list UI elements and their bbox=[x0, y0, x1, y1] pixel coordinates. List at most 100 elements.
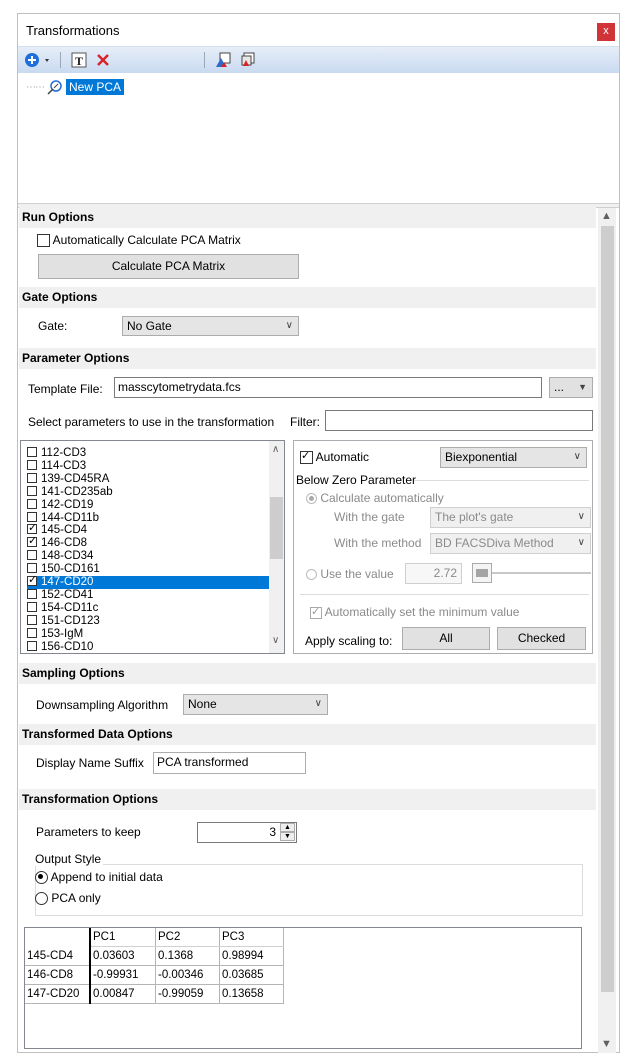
append-radio-row[interactable]: Append to initial data bbox=[35, 870, 163, 885]
value-slider-thumb[interactable] bbox=[472, 563, 492, 583]
table-cell[interactable]: 0.98994 bbox=[219, 946, 284, 966]
calculate-pca-button[interactable]: Calculate PCA Matrix bbox=[38, 254, 299, 279]
table-cell[interactable]: 0.00847 bbox=[90, 984, 156, 1004]
parameter-checkbox[interactable] bbox=[27, 498, 37, 509]
filter-label: Filter: bbox=[290, 415, 320, 429]
parameter-checkbox[interactable] bbox=[27, 614, 37, 625]
use-value-radio[interactable] bbox=[306, 569, 317, 581]
parameter-checkbox[interactable] bbox=[27, 459, 37, 470]
scale-type-dropdown[interactable]: Biexponential ∨ bbox=[440, 447, 587, 468]
gate-dropdown[interactable]: No Gate ∨ bbox=[122, 316, 299, 336]
auto-calc-checkbox-row[interactable]: Automatically Calculate PCA Matrix bbox=[37, 233, 241, 248]
table-cell[interactable]: -0.00346 bbox=[155, 965, 220, 985]
parameter-item[interactable]: 146-CD8 bbox=[27, 535, 270, 550]
parameter-checkbox[interactable] bbox=[27, 447, 37, 457]
value-slider-track[interactable] bbox=[492, 572, 591, 574]
template-file-input[interactable]: masscytometrydata.fcs bbox=[114, 377, 542, 398]
auto-min-checkbox-row[interactable]: Automatically set the minimum value bbox=[310, 605, 519, 619]
scroll-up-icon[interactable]: ▲ bbox=[601, 210, 612, 222]
copy-button[interactable] bbox=[238, 51, 256, 69]
apply-scaling-label: Apply scaling to: bbox=[305, 634, 393, 648]
parameter-item[interactable]: 153-IgM bbox=[27, 627, 270, 641]
calc-auto-radio-row[interactable]: Calculate automatically bbox=[306, 491, 444, 505]
parameter-label: 156-CD10 bbox=[41, 640, 94, 653]
parameter-list-scroll-thumb[interactable] bbox=[270, 497, 283, 559]
parameter-checkbox[interactable] bbox=[27, 485, 37, 496]
parameter-item[interactable]: 142-CD19 bbox=[27, 498, 270, 512]
parameter-label: 139-CD45RA bbox=[41, 472, 110, 485]
apply-all-button[interactable]: All bbox=[402, 627, 490, 650]
scroll-thumb[interactable] bbox=[601, 226, 614, 992]
scroll-down-icon[interactable]: ▼ bbox=[601, 1038, 612, 1050]
parameter-item[interactable]: 145-CD4 bbox=[27, 522, 270, 537]
auto-min-checkbox[interactable] bbox=[310, 605, 322, 619]
pca-only-radio-row[interactable]: PCA only bbox=[35, 891, 101, 906]
add-transformation-button[interactable] bbox=[24, 51, 52, 69]
tree-node-new-pca[interactable]: ⋯⋯ New PCA bbox=[26, 79, 125, 95]
delete-button[interactable] bbox=[94, 51, 112, 69]
parameter-checkbox[interactable] bbox=[27, 550, 37, 561]
close-button[interactable]: x bbox=[597, 23, 615, 41]
table-cell[interactable]: 0.13658 bbox=[219, 984, 284, 1004]
parameter-item[interactable]: 141-CD235ab bbox=[27, 485, 270, 499]
parameter-checkbox[interactable] bbox=[27, 472, 37, 483]
scroll-down-icon[interactable]: ∨ bbox=[272, 635, 279, 646]
table-cell[interactable]: 0.03603 bbox=[90, 946, 156, 966]
parameters-to-keep-stepper[interactable]: ▲ ▼ bbox=[280, 823, 296, 842]
chevron-down-icon: ∨ bbox=[314, 698, 322, 709]
parameter-checkbox[interactable] bbox=[27, 563, 37, 574]
stepper-down-icon[interactable]: ▼ bbox=[280, 832, 295, 841]
filter-input[interactable] bbox=[325, 410, 593, 431]
table-cell[interactable]: -0.99059 bbox=[155, 984, 220, 1004]
automatic-checkbox-row[interactable]: Automatic bbox=[300, 449, 369, 465]
table-cell[interactable]: -0.99931 bbox=[90, 965, 156, 985]
auto-calc-checkbox[interactable] bbox=[37, 234, 50, 248]
parameter-item[interactable]: 147-CD20 bbox=[27, 574, 270, 589]
section-sampling-options: Sampling Options bbox=[19, 663, 596, 684]
with-method-dropdown[interactable]: BD FACSDiva Method ∨ bbox=[430, 533, 591, 554]
column-header: PC3 bbox=[219, 928, 284, 947]
parameter-checkbox[interactable] bbox=[27, 522, 37, 535]
vertical-scrollbar[interactable]: ▲ ▼ bbox=[598, 208, 616, 1053]
automatic-checkbox[interactable] bbox=[300, 449, 313, 465]
parameter-checkbox[interactable] bbox=[27, 535, 37, 548]
table-row: 147-CD20 0.00847 -0.99059 0.13658 bbox=[25, 984, 284, 1004]
stepper-up-icon[interactable]: ▲ bbox=[280, 823, 295, 832]
downsampling-dropdown[interactable]: None ∨ bbox=[183, 694, 328, 715]
parameter-item[interactable]: 154-CD11c bbox=[27, 601, 270, 615]
output-style-label: Output Style bbox=[33, 852, 104, 866]
auto-min-label: Automatically set the minimum value bbox=[324, 605, 520, 619]
with-gate-dropdown[interactable]: The plot's gate ∨ bbox=[430, 507, 591, 528]
display-suffix-input[interactable]: PCA transformed bbox=[153, 752, 306, 774]
parameter-checkbox[interactable] bbox=[27, 601, 37, 612]
parameter-checkbox[interactable] bbox=[27, 627, 37, 638]
use-value-input[interactable]: 2.72 bbox=[405, 563, 462, 584]
parameter-item[interactable]: 148-CD34 bbox=[27, 550, 270, 563]
parameter-item[interactable]: 144-CD11b bbox=[27, 511, 270, 525]
parameter-checkbox[interactable] bbox=[27, 588, 37, 599]
parameter-checkbox[interactable] bbox=[27, 640, 37, 651]
parameter-list-scrollbar[interactable]: ∧ ∨ bbox=[269, 441, 284, 653]
parameter-item[interactable]: 151-CD123 bbox=[27, 614, 270, 628]
parameter-checkbox[interactable] bbox=[27, 511, 37, 522]
scroll-up-icon[interactable]: ∧ bbox=[272, 444, 279, 455]
apply-checked-button[interactable]: Checked bbox=[497, 627, 586, 650]
row-header: 145-CD4 bbox=[25, 946, 91, 966]
append-radio[interactable] bbox=[35, 871, 48, 885]
parameter-checkbox[interactable] bbox=[27, 574, 37, 587]
parameter-item[interactable]: 139-CD45RA bbox=[27, 472, 270, 486]
calc-auto-radio[interactable] bbox=[306, 493, 317, 505]
table-cell[interactable]: 0.1368 bbox=[155, 946, 220, 966]
parameter-item[interactable]: 114-CD3 bbox=[27, 459, 270, 473]
rename-button[interactable]: T bbox=[70, 51, 88, 69]
parameter-item[interactable]: 112-CD3 bbox=[27, 447, 270, 460]
export-button[interactable] bbox=[214, 51, 232, 69]
parameter-item[interactable]: 152-CD41 bbox=[27, 588, 270, 602]
pca-only-radio[interactable] bbox=[35, 892, 48, 906]
browse-button[interactable]: ... ▼ bbox=[549, 377, 593, 398]
downsampling-label: Downsampling Algorithm bbox=[36, 698, 169, 712]
parameter-item[interactable]: 150-CD161 bbox=[27, 563, 270, 576]
use-value-radio-row[interactable]: Use the value bbox=[306, 567, 394, 581]
parameter-item[interactable]: 156-CD10 bbox=[27, 640, 270, 654]
table-cell[interactable]: 0.03685 bbox=[219, 965, 284, 985]
